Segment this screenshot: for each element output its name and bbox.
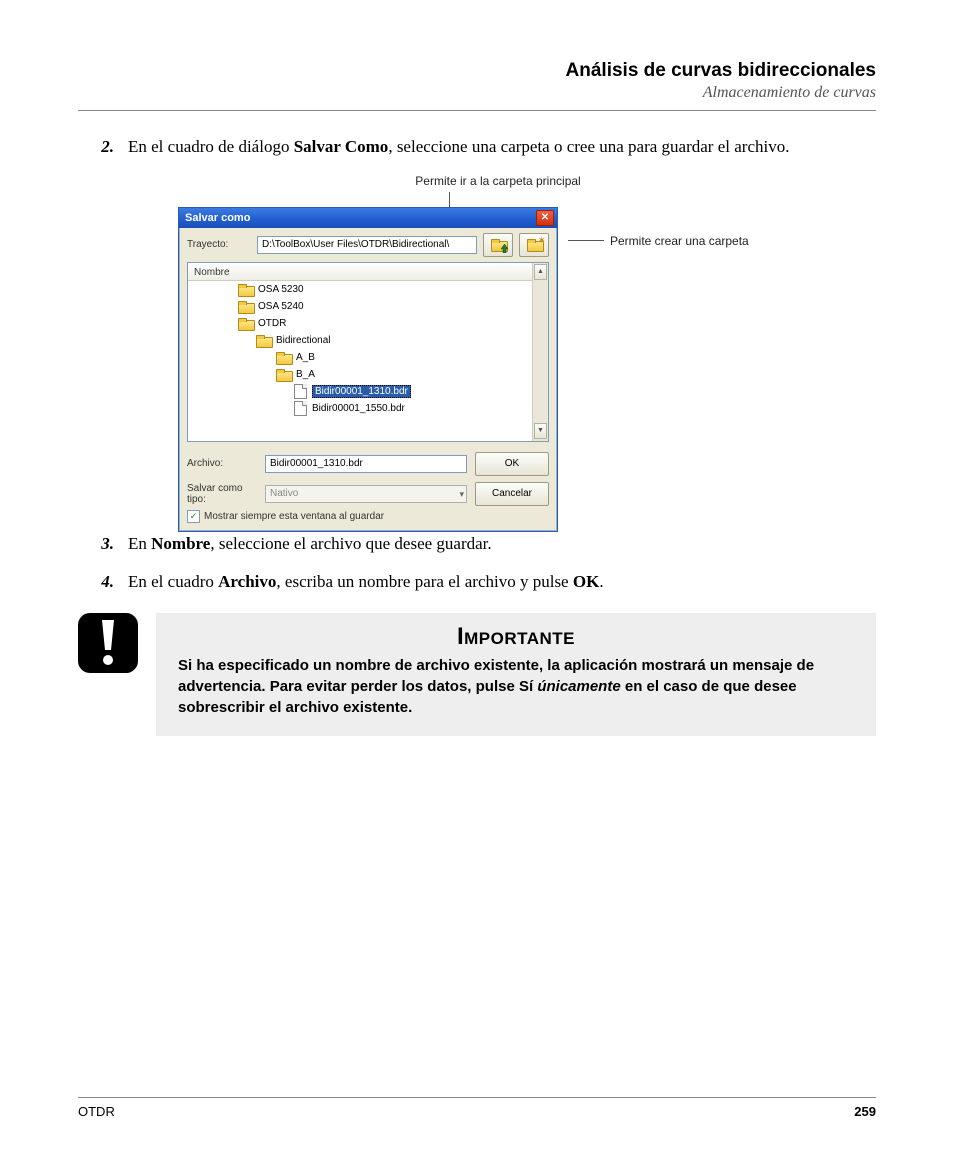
step-4-number: 4. — [78, 570, 128, 595]
dialog-titlebar[interactable]: Salvar como ✕ — [179, 208, 557, 228]
always-show-checkbox[interactable]: ✓ — [187, 510, 200, 523]
path-input[interactable]: D:\ToolBox\User Files\OTDR\Bidirectional… — [257, 236, 477, 254]
folder-item[interactable]: B_A — [188, 366, 532, 383]
folder-item[interactable]: A_B — [188, 349, 532, 366]
exclamation-icon — [78, 613, 138, 673]
step-4-text: En el cuadro Archivo, escriba un nombre … — [128, 570, 876, 595]
step-2-number: 2. — [78, 135, 128, 160]
cancel-button[interactable]: Cancelar — [475, 482, 549, 506]
page-header-subtitle: Almacenamiento de curvas — [78, 84, 876, 102]
important-title: Importante — [178, 623, 854, 651]
folder-new-icon: ✶ — [527, 239, 542, 250]
file-icon — [294, 384, 307, 399]
step-3-text: En Nombre, seleccione el archivo que des… — [128, 532, 876, 557]
folder-icon — [276, 369, 291, 380]
file-type-select[interactable]: Nativo — [265, 485, 467, 503]
file-type-label: Salvar como tipo: — [187, 483, 257, 505]
folder-item[interactable]: OSA 5230 — [188, 281, 532, 298]
folder-item[interactable]: OTDR — [188, 315, 532, 332]
folder-item[interactable]: Bidirectional — [188, 332, 532, 349]
page-header-title: Análisis de curvas bidireccionales — [78, 60, 876, 82]
step-4: 4. En el cuadro Archivo, escriba un nomb… — [78, 570, 876, 595]
folder-icon — [238, 301, 253, 312]
important-note: Importante Si ha especificado un nombre … — [78, 613, 876, 736]
footer-product: OTDR — [78, 1104, 115, 1119]
step-2: 2. En el cuadro de diálogo Salvar Como, … — [78, 135, 876, 160]
file-item[interactable]: Bidir00001_1550.bdr — [188, 400, 532, 417]
folder-up-icon — [491, 239, 506, 250]
file-name-input[interactable]: Bidir00001_1310.bdr — [265, 455, 467, 473]
new-folder-button[interactable]: ✶ — [519, 233, 549, 257]
list-header-name[interactable]: Nombre — [188, 265, 532, 281]
file-name-label: Archivo: — [187, 458, 257, 469]
callout-create-folder: Permite crear una carpeta — [568, 234, 749, 248]
file-icon — [294, 401, 307, 416]
save-as-dialog: Salvar como ✕ Trayecto: D:\ToolBox\User … — [178, 207, 558, 532]
always-show-label: Mostrar siempre esta ventana al guardar — [204, 511, 384, 522]
step-3-number: 3. — [78, 532, 128, 557]
save-dialog-figure: Permite ir a la carpeta principal Permit… — [178, 174, 818, 499]
folder-icon — [238, 318, 253, 329]
footer-page-number: 259 — [854, 1104, 876, 1119]
step-3: 3. En Nombre, seleccione el archivo que … — [78, 532, 876, 557]
important-text: Si ha especificado un nombre de archivo … — [178, 655, 854, 718]
file-list[interactable]: Nombre OSA 5230 OSA 5240 OTDR Bidirectio… — [187, 262, 549, 442]
folder-icon — [238, 284, 253, 295]
folder-icon — [276, 352, 291, 363]
dialog-title: Salvar como — [185, 212, 250, 224]
folder-icon — [256, 335, 271, 346]
scroll-up-icon[interactable]: ▲ — [534, 264, 547, 280]
scroll-down-icon[interactable]: ▼ — [534, 423, 547, 439]
folder-item[interactable]: OSA 5240 — [188, 298, 532, 315]
path-label: Trayecto: — [187, 239, 251, 250]
file-item-selected[interactable]: Bidir00001_1310.bdr — [188, 383, 532, 400]
list-scrollbar[interactable]: ▲ ▼ — [532, 263, 548, 441]
step-2-text: En el cuadro de diálogo Salvar Como, sel… — [128, 135, 876, 160]
page-footer: OTDR 259 — [78, 1097, 876, 1119]
header-rule — [78, 110, 876, 111]
ok-button[interactable]: OK — [475, 452, 549, 476]
parent-folder-button[interactable] — [483, 233, 513, 257]
callout-right-leader — [568, 240, 604, 241]
close-icon[interactable]: ✕ — [536, 210, 554, 226]
callout-parent-folder: Permite ir a la carpeta principal — [178, 174, 818, 188]
